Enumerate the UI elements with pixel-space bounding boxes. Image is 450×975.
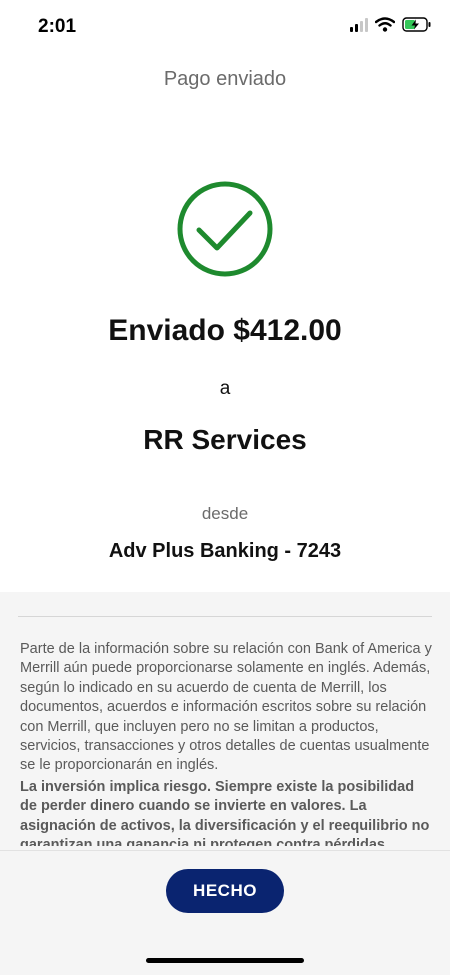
battery-charging-icon: [402, 17, 431, 32]
page-title: Pago enviado: [163, 68, 287, 90]
divider: [18, 616, 432, 617]
status-bar: 2:01: [0, 0, 450, 56]
from-label: desde: [201, 504, 249, 523]
wifi-icon: [375, 17, 395, 32]
success-check-icon: [176, 180, 274, 278]
sent-amount: Enviado $412.00: [108, 314, 342, 347]
done-button[interactable]: HECHO: [166, 869, 284, 913]
status-time: 2:01: [38, 16, 77, 37]
to-label: a: [219, 378, 231, 399]
footer-divider: [0, 850, 450, 851]
home-indicator[interactable]: [146, 958, 304, 963]
disclosure-section[interactable]: Parte de la información sobre su relació…: [0, 592, 450, 975]
payee-name: RR Services: [143, 424, 307, 455]
status-icons: [350, 17, 432, 32]
disclosure-paragraph: Parte de la información sobre su relació…: [20, 641, 432, 774]
risk-warning: La inversión implica riesgo. Siempre exi…: [20, 779, 430, 846]
from-account: Adv Plus Banking - 7243: [108, 540, 342, 562]
cellular-signal-icon: [350, 17, 368, 32]
